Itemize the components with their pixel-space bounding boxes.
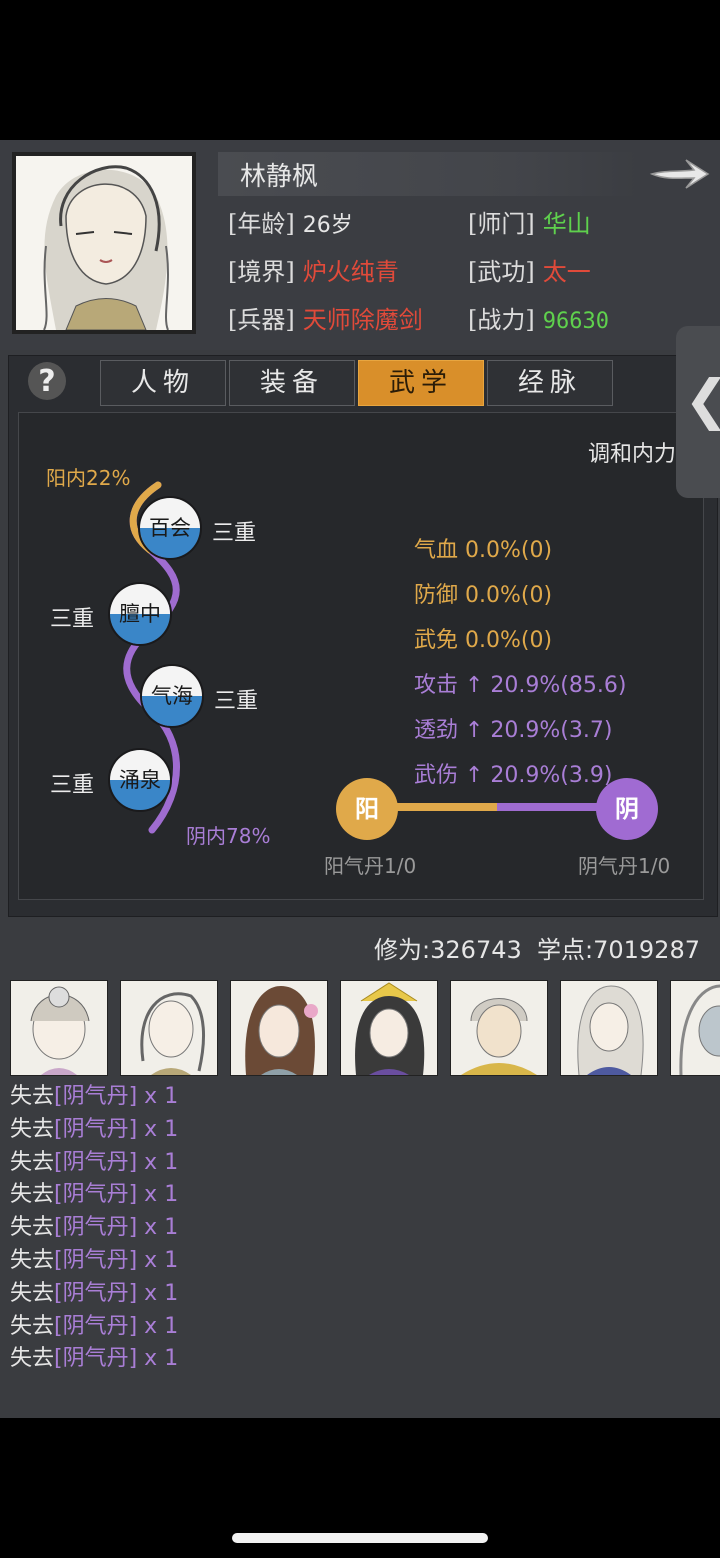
log-suffix: x 1 <box>137 1346 179 1372</box>
yin-percentage: 阴内78% <box>186 824 271 848</box>
companion-portrait[interactable] <box>450 980 548 1076</box>
log-line: 失去[阴气丹] x 1 <box>10 1209 178 1242</box>
node-level: 三重 <box>50 607 95 632</box>
resource-row: 修为:326743 学点:7019287 <box>374 930 700 965</box>
log-item: [阴气丹] <box>54 1247 138 1273</box>
log-suffix: x 1 <box>137 1084 179 1109</box>
companion-row <box>0 978 720 1078</box>
yin-pill-button[interactable]: 阴 <box>596 778 658 840</box>
log-prefix: 失去 <box>10 1280 55 1306</box>
node-name: 气海 <box>151 684 193 708</box>
log-line: 失去[阴气丹] x 1 <box>10 1111 178 1144</box>
log-suffix: x 1 <box>137 1247 179 1273</box>
meridian-node-qihai[interactable]: 气海 <box>140 664 204 728</box>
log-line: 失去[阴气丹] x 1 <box>10 1308 178 1341</box>
log-line: 失去[阴气丹] x 1 <box>10 1242 178 1275</box>
log-prefix: 失去 <box>10 1084 55 1109</box>
meridian-node-danzhong[interactable]: 膻中 <box>108 582 172 646</box>
log-item: [阴气丹] <box>54 1182 138 1208</box>
log-line: 失去[阴气丹] x 1 <box>10 1176 178 1209</box>
log-item: [阴气丹] <box>54 1346 138 1372</box>
home-indicator[interactable] <box>232 1533 488 1543</box>
log-item: [阴气丹] <box>54 1313 138 1339</box>
companion-portrait[interactable] <box>120 980 218 1076</box>
cultivation-value: 修为:326743 <box>374 936 522 964</box>
yang-pill-glyph: 阳 <box>355 795 379 823</box>
log-line: 失去[阴气丹] x 1 <box>10 1340 178 1373</box>
effect-martial-damage: 武伤 ↑ 20.9%(3.9) <box>414 763 613 788</box>
log-item: [阴气丹] <box>54 1149 138 1175</box>
companion-portrait[interactable] <box>560 980 658 1076</box>
effect-martial-immunity: 武免 0.0%(0) <box>414 628 553 653</box>
companion-portrait[interactable] <box>340 980 438 1076</box>
companion-area: 失去[阴气丹] x 1 失去[阴气丹] x 1 失去[阴气丹] x 1 失去[阴… <box>0 966 720 1418</box>
companion-portrait[interactable] <box>10 980 108 1076</box>
meridian-node-yongquan[interactable]: 涌泉 <box>108 748 172 812</box>
log-prefix: 失去 <box>10 1116 55 1142</box>
effect-attack: 攻击 ↑ 20.9%(85.6) <box>414 673 627 698</box>
log-suffix: x 1 <box>137 1149 179 1175</box>
event-log: 失去[阴气丹] x 1 失去[阴气丹] x 1 失去[阴气丹] x 1 失去[阴… <box>10 1078 178 1373</box>
log-suffix: x 1 <box>137 1280 179 1306</box>
log-prefix: 失去 <box>10 1247 55 1273</box>
log-line: 失去[阴气丹] x 1 <box>10 1078 178 1111</box>
log-suffix: x 1 <box>137 1215 179 1241</box>
yang-pill-count: 阳气丹1/0 <box>324 854 417 878</box>
meridian-node-baihui[interactable]: 百会 <box>138 496 202 560</box>
log-prefix: 失去 <box>10 1215 55 1241</box>
log-item: [阴气丹] <box>54 1084 138 1109</box>
node-name: 膻中 <box>119 602 161 626</box>
effect-hp: 气血 0.0%(0) <box>414 538 553 563</box>
log-item: [阴气丹] <box>54 1116 138 1142</box>
yin-pill-glyph: 阴 <box>615 795 639 823</box>
effect-defense: 防御 0.0%(0) <box>414 583 553 608</box>
log-suffix: x 1 <box>137 1313 179 1339</box>
log-prefix: 失去 <box>10 1313 55 1339</box>
log-line: 失去[阴气丹] x 1 <box>10 1144 178 1177</box>
node-name: 百会 <box>149 516 191 540</box>
yin-pill-count: 阴气丹1/0 <box>578 854 671 878</box>
log-suffix: x 1 <box>137 1116 179 1142</box>
node-level: 三重 <box>212 521 257 546</box>
log-prefix: 失去 <box>10 1346 55 1372</box>
log-prefix: 失去 <box>10 1149 55 1175</box>
log-prefix: 失去 <box>10 1182 55 1208</box>
log-item: [阴气丹] <box>54 1215 138 1241</box>
character-screen: 林静枫 [年龄] 26岁 [师门] 华山 [境界] 炉火纯青 [武功] 太一 [兵器] 天… <box>0 140 720 1418</box>
node-name: 涌泉 <box>119 768 161 792</box>
study-points-value: 学点:7019287 <box>537 936 700 964</box>
log-line: 失去[阴气丹] x 1 <box>10 1275 178 1308</box>
log-item: [阴气丹] <box>54 1280 138 1306</box>
companion-portrait[interactable] <box>670 980 720 1076</box>
node-level: 三重 <box>214 689 259 714</box>
yang-pill-button[interactable]: 阳 <box>336 778 398 840</box>
companion-portrait[interactable] <box>230 980 328 1076</box>
node-level: 三重 <box>50 773 95 798</box>
log-suffix: x 1 <box>137 1182 179 1208</box>
effect-penetration: 透劲 ↑ 20.9%(3.7) <box>414 718 613 743</box>
